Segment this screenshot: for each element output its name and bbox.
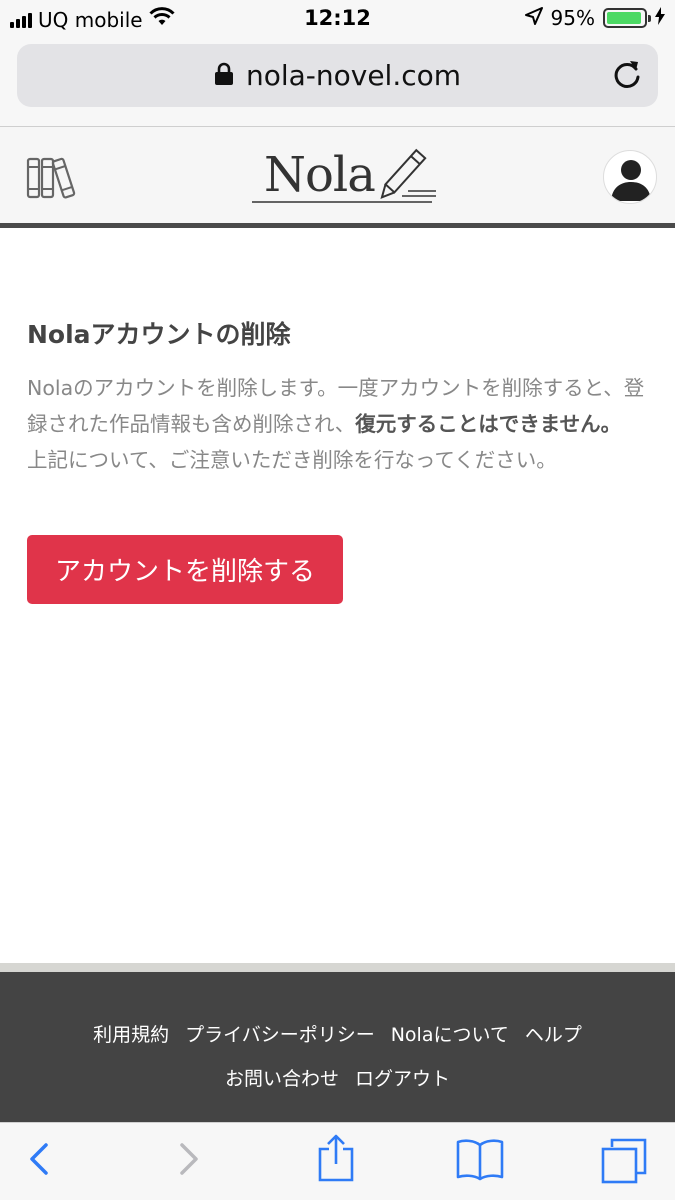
url-text: nola-novel.com — [245, 59, 462, 92]
nola-logo[interactable]: Nola — [252, 147, 438, 213]
location-icon — [524, 6, 543, 30]
tabs-icon[interactable] — [600, 1137, 648, 1189]
browser-toolbar — [0, 1122, 675, 1200]
footer-links-row1: 利用規約 プライバシーポリシー Nolaについて ヘルプ — [0, 1020, 675, 1047]
description-note: 上記について、ご注意いただき削除を行なってください。 — [27, 448, 557, 472]
battery-percent: 95% — [550, 6, 595, 30]
footer-links-row2: お問い合わせ ログアウト — [0, 1064, 675, 1091]
address-display[interactable]: nola-novel.com — [17, 59, 658, 93]
reload-icon[interactable] — [612, 58, 642, 94]
back-icon[interactable] — [26, 1137, 52, 1185]
battery-icon — [603, 8, 651, 28]
description: Nolaのアカウントを削除します。一度アカウントを削除すると、登録された作品情報… — [27, 370, 647, 478]
books-icon[interactable] — [26, 155, 78, 203]
footer-link-privacy[interactable]: プライバシーポリシー — [185, 1024, 375, 1046]
battery-level — [607, 12, 642, 24]
footer-link-contact[interactable]: お問い合わせ — [225, 1068, 339, 1090]
footer-link-terms[interactable]: 利用規約 — [93, 1024, 169, 1046]
bookmarks-icon[interactable] — [456, 1137, 504, 1185]
status-bar-right: 95% — [524, 6, 665, 30]
share-icon[interactable] — [316, 1133, 356, 1187]
browser-chrome: nola-novel.com — [0, 38, 675, 127]
status-bar: UQ mobile 12:12 95% — [0, 0, 675, 38]
footer-link-help[interactable]: ヘルプ — [525, 1024, 582, 1046]
pen-icon — [252, 148, 436, 203]
description-warning: 復元することはできません。 — [355, 412, 622, 436]
footer-divider — [0, 963, 675, 972]
account-delete-section: Nolaアカウントの削除 Nolaのアカウントを削除します。一度アカウントを削除… — [27, 318, 647, 604]
footer-link-logout[interactable]: ログアウト — [355, 1068, 450, 1090]
charging-icon — [655, 6, 665, 30]
delete-account-button[interactable]: アカウントを削除する — [27, 535, 343, 604]
app-header: Nola — [0, 127, 675, 228]
lock-icon — [214, 60, 234, 93]
forward-icon[interactable] — [176, 1137, 202, 1185]
page-title: Nolaアカウントの削除 — [27, 320, 291, 349]
address-bar[interactable]: nola-novel.com — [17, 44, 658, 107]
footer-link-about[interactable]: Nolaについて — [391, 1024, 509, 1046]
user-avatar-icon[interactable] — [603, 150, 657, 204]
footer: 利用規約 プライバシーポリシー Nolaについて ヘルプ お問い合わせ ログアウト — [0, 972, 675, 1122]
